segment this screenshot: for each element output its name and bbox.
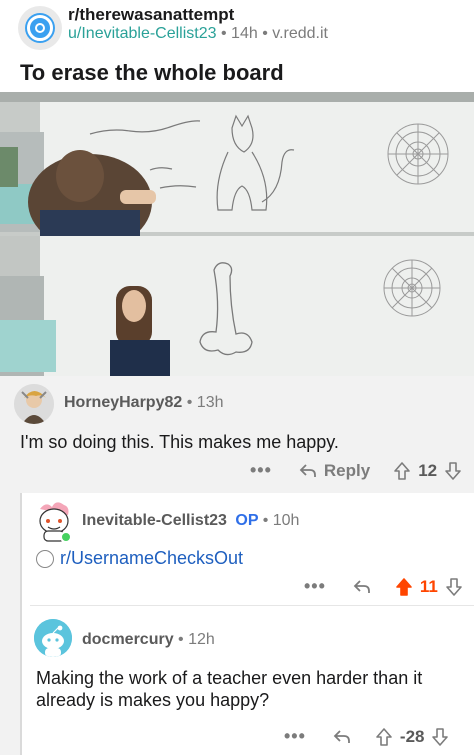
online-status-icon (60, 531, 72, 543)
vote-score: 11 (419, 576, 438, 596)
vote-controls: -28 (374, 727, 451, 747)
post-meta: u/Inevitable-Cellist23 • 14h • v.redd.it (68, 25, 328, 43)
subreddit-name[interactable]: r/therewasanattempt (68, 5, 234, 25)
reply-button[interactable]: Reply (298, 461, 370, 481)
comment-meta: HorneyHarpy82 • 13h (64, 394, 224, 411)
post-header: r/therewasanattempt u/Inevitable-Cellist… (0, 0, 474, 52)
snoo-avatar-icon (34, 619, 72, 657)
reply-arrow-icon (353, 579, 370, 593)
post-author[interactable]: u/Inevitable-Cellist23 (68, 25, 217, 42)
user-avatar[interactable] (34, 499, 74, 543)
avatar-icon (14, 384, 54, 424)
op-badge: OP (235, 512, 259, 529)
upvote-arrow-icon[interactable] (394, 577, 414, 597)
upvote-arrow-icon[interactable] (374, 727, 394, 747)
thread-line[interactable] (20, 493, 22, 755)
snoo-avatar-icon (39, 502, 72, 543)
comment-username[interactable]: docmercury (82, 631, 174, 648)
post-domain[interactable]: v.redd.it (272, 25, 328, 42)
comment-meta: docmercury • 12h (82, 631, 215, 648)
comment-meta: Inevitable-Cellist23 OP • 10h (82, 512, 300, 529)
comment-age: 12h (188, 631, 215, 648)
comment: HorneyHarpy82 • 13h I'm so doing this. T… (0, 376, 474, 493)
subreddit-link-icon (36, 549, 54, 568)
comment-body: I'm so doing this. This makes me happy. (20, 432, 339, 452)
downvote-arrow-icon[interactable] (430, 727, 450, 747)
user-avatar[interactable] (34, 619, 72, 657)
more-options-icon[interactable]: ••• (304, 576, 326, 597)
whiteboard-image-top (0, 92, 474, 236)
meta-separator: • (220, 25, 227, 42)
vote-controls: 11 (394, 577, 464, 597)
downvote-arrow-icon[interactable] (443, 461, 463, 481)
upvote-arrow-icon[interactable] (392, 461, 412, 481)
vote-score: -28 (399, 726, 425, 746)
reply-button[interactable] (332, 727, 352, 747)
user-avatar[interactable] (14, 384, 54, 424)
reply-thread: Inevitable-Cellist23 OP • 10h r/Username… (20, 493, 474, 755)
comment-age: 13h (196, 394, 224, 411)
post-age: 14h (231, 25, 258, 42)
vote-score: 12 (418, 460, 438, 480)
more-options-icon[interactable]: ••• (250, 460, 272, 481)
post-title: To erase the whole board (20, 60, 284, 85)
comments-section: HorneyHarpy82 • 13h I'm so doing this. T… (0, 376, 474, 755)
reply-label: Reply (323, 460, 371, 480)
subreddit-link[interactable]: r/UsernameChecksOut (36, 548, 243, 569)
downvote-arrow-icon[interactable] (444, 577, 464, 597)
comment-actions: ••• 11 (304, 576, 464, 597)
comment-actions: ••• -28 (284, 726, 450, 747)
reply-arrow-icon (333, 729, 350, 743)
video-frame-top[interactable] (0, 92, 474, 236)
comment-age: 10h (272, 512, 300, 529)
reply-arrow-icon (299, 463, 316, 477)
reply-button[interactable] (352, 577, 372, 597)
video-frame-bottom[interactable] (0, 236, 474, 376)
subreddit-link-text: r/UsernameChecksOut (60, 548, 244, 568)
comment-username[interactable]: HorneyHarpy82 (64, 394, 182, 411)
subreddit-icon (27, 15, 53, 41)
comment-body: Making the work of a teacher even harder… (36, 668, 423, 710)
comment-actions: ••• Reply 12 (250, 460, 463, 481)
subreddit-avatar[interactable] (18, 6, 62, 50)
vote-controls: 12 (392, 461, 463, 481)
more-options-icon[interactable]: ••• (284, 726, 306, 747)
whiteboard-image-bottom (0, 236, 474, 376)
meta-separator: • (262, 25, 268, 42)
comment-username[interactable]: Inevitable-Cellist23 (82, 512, 227, 529)
divider (30, 605, 474, 606)
